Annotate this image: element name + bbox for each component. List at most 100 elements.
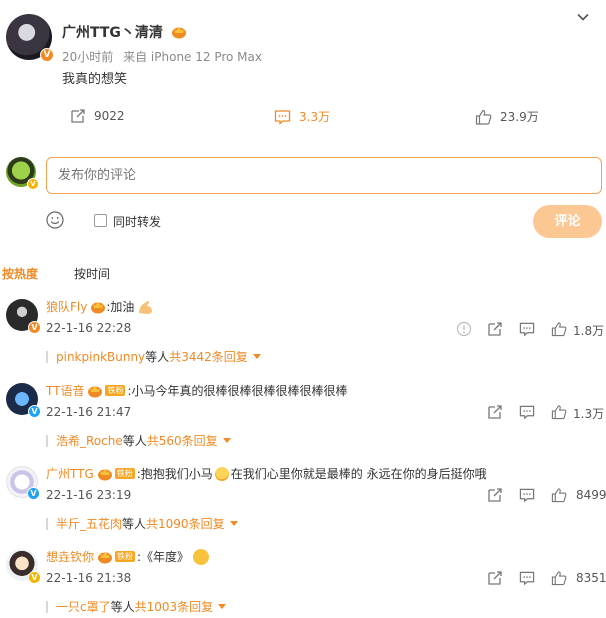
reply-users[interactable]: 浩希_Roche [56, 432, 123, 449]
reply-divider [46, 434, 48, 447]
reply-count[interactable]: 共1090条回复 [146, 515, 225, 532]
reply-icon[interactable] [519, 487, 535, 503]
reply-summary[interactable]: 浩希_Roche 等人 共560条回复 [46, 432, 231, 449]
comment-time: 22-1-16 22:28 [46, 321, 132, 335]
thumbs-up-icon [475, 109, 492, 125]
share-icon[interactable] [487, 487, 503, 503]
comment-header: 广州TTG 铁粉 :抱抱我们小马 在我们心里你就是最棒的 永远在你的身后挺你哦 [46, 465, 487, 482]
chevron-down-icon[interactable] [576, 10, 590, 24]
reply-icon[interactable] [519, 321, 535, 337]
repost-checkbox-label: 同时转发 [113, 215, 162, 229]
pleading-face-emoji-icon [193, 548, 210, 565]
fan-tag: 铁粉 [115, 551, 136, 562]
comment-like-count: 8499 [576, 488, 606, 502]
fan-tag: 铁粉 [114, 468, 135, 479]
comment-button[interactable]: 3.3万 [274, 108, 330, 125]
thumbs-up-icon[interactable] [551, 321, 567, 337]
tab-hot[interactable]: 按热度 [2, 265, 38, 282]
reply-summary[interactable]: pinkpinkBunny 等人 共3442条回复 [46, 348, 261, 365]
reply-divider [46, 600, 48, 613]
verified-badge-icon: V [27, 487, 40, 500]
comment-time: 22-1-16 23:19 [46, 488, 132, 502]
fan-crown-icon [88, 385, 103, 397]
verified-badge-icon: V [28, 405, 41, 418]
reply-users[interactable]: 半斤_五花肉 [56, 515, 122, 532]
post-source: 来自 iPhone 12 Pro Max [123, 50, 262, 64]
hug-emoji-icon [214, 466, 229, 481]
comment-avatar[interactable]: V [6, 549, 41, 584]
report-icon[interactable] [456, 321, 472, 337]
reply-summary[interactable]: 半斤_五花肉 等人 共1090条回复 [46, 515, 238, 532]
comment-input[interactable] [46, 157, 602, 194]
comment-author[interactable]: 想垚钦你 [46, 548, 94, 565]
reply-icon[interactable] [519, 570, 535, 586]
thumbs-up-icon[interactable] [551, 487, 567, 503]
reply-icon[interactable] [519, 404, 535, 420]
reply-mid-text: 等人 [122, 517, 147, 531]
reply-mid-text: 等人 [122, 434, 147, 448]
post-meta: 20小时前 来自 iPhone 12 Pro Max [62, 48, 262, 65]
flexed-biceps-emoji-icon [139, 300, 153, 314]
comment-count: 3.3万 [299, 110, 331, 124]
comment-text: :抱抱我们小马 [136, 467, 213, 481]
repost-count: 9022 [94, 109, 125, 123]
expand-triangle-icon[interactable] [229, 521, 238, 526]
reply-divider [46, 517, 48, 530]
verified-badge-icon: V [28, 571, 41, 584]
comment-header: 想垚钦你 铁粉 :《年度》 [46, 548, 210, 565]
share-icon[interactable] [487, 570, 503, 586]
reply-divider [46, 350, 48, 363]
comment-text-continued: 在我们心里你就是最棒的 永远在你的身后挺你哦 [230, 467, 487, 481]
reply-users[interactable]: pinkpinkBunny [56, 350, 145, 364]
verified-badge-icon: V [28, 321, 41, 334]
reply-count[interactable]: 共1003条回复 [135, 598, 214, 615]
share-icon[interactable] [487, 404, 503, 420]
post-time: 20小时前 [62, 50, 114, 64]
thumbs-up-icon[interactable] [551, 570, 567, 586]
like-button[interactable]: 23.9万 [475, 108, 539, 125]
author-avatar[interactable]: V [6, 14, 54, 62]
post-author[interactable]: 广州TTG丶清清 [62, 22, 187, 42]
fan-crown-icon [97, 468, 112, 480]
comment-author[interactable]: 广州TTG [46, 465, 94, 482]
tab-time[interactable]: 按时间 [74, 265, 110, 282]
comment-like-count: 1.8万 [573, 324, 605, 338]
share-icon[interactable] [487, 321, 503, 337]
expand-triangle-icon[interactable] [252, 354, 261, 359]
reply-mid-text: 等人 [145, 350, 170, 364]
reply-summary[interactable]: 一只c罩了 等人 共1003条回复 [46, 598, 227, 615]
emoji-icon[interactable] [46, 211, 64, 229]
comment-avatar[interactable]: V [6, 466, 40, 500]
comment-avatar[interactable]: V [6, 299, 41, 334]
comment-time: 22-1-16 21:38 [46, 571, 132, 585]
verified-badge-icon: V [27, 178, 39, 190]
post-text: 我真的想笑 [62, 72, 128, 87]
author-name[interactable]: 广州TTG丶清清 [62, 25, 163, 41]
fan-crown-icon [171, 27, 186, 39]
fan-tag: 铁粉 [105, 385, 126, 396]
verified-badge-icon: V [40, 48, 54, 62]
comment-text: :加油 [106, 300, 135, 314]
comment-header: TT语音 铁粉 :小马今年真的很棒很棒很棒很棒很棒很棒 [46, 382, 348, 399]
comment-author[interactable]: 狼队Fly [46, 298, 87, 315]
expand-triangle-icon[interactable] [222, 438, 231, 443]
reply-users[interactable]: 一只c罩了 [56, 598, 111, 615]
comment-avatar[interactable]: V [6, 383, 41, 418]
fan-crown-icon [98, 551, 113, 563]
reply-count[interactable]: 共3442条回复 [169, 348, 248, 365]
comment-time: 22-1-16 21:47 [46, 405, 132, 419]
thumbs-up-icon[interactable] [551, 404, 567, 420]
submit-comment-button[interactable]: 评论 [533, 205, 602, 238]
comment-author[interactable]: TT语音 [46, 382, 84, 399]
repost-icon [71, 109, 85, 123]
comment-icon [274, 109, 291, 125]
fan-crown-icon [91, 301, 106, 313]
comment-header: 狼队Fly :加油 [46, 298, 154, 315]
my-avatar[interactable]: V [6, 157, 39, 190]
expand-triangle-icon[interactable] [218, 604, 227, 609]
comment-like-count: 8351 [576, 571, 606, 585]
repost-button[interactable]: 9022 [70, 108, 125, 124]
reply-count[interactable]: 共560条回复 [147, 432, 218, 449]
repost-checkbox[interactable] [94, 214, 107, 227]
comment-text: :小马今年真的很棒很棒很棒很棒很棒很棒 [127, 384, 348, 398]
